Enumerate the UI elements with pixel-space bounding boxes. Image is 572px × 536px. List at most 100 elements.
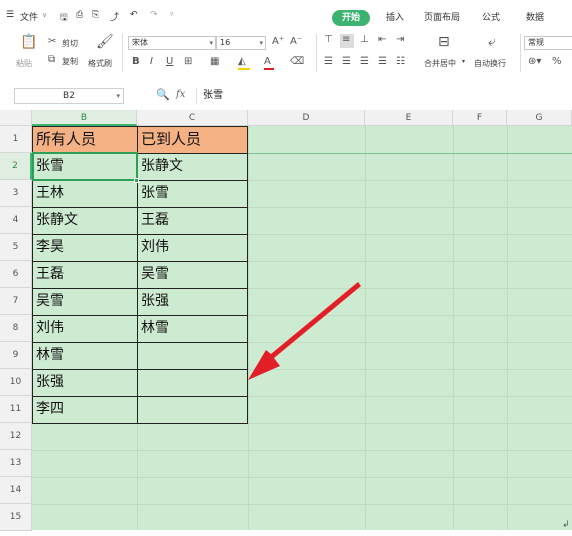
select-all-corner[interactable] <box>0 110 32 126</box>
font-color-icon[interactable]: A <box>264 56 271 68</box>
font-color-bar <box>264 68 274 70</box>
cut-button[interactable]: ✂ 剪切 <box>48 36 88 50</box>
align-top-icon[interactable]: ⊤ <box>324 34 333 46</box>
row-header-6[interactable]: 6 <box>0 261 32 288</box>
wrap-text-button[interactable]: ⤶ 自动换行 <box>474 32 518 72</box>
row-header-9[interactable]: 9 <box>0 342 32 369</box>
clipboard-icon: 📋 <box>20 34 38 50</box>
justify-icon[interactable]: ☰ <box>378 56 387 68</box>
gridline <box>365 126 366 530</box>
row-header-14[interactable]: 14 <box>0 477 32 504</box>
formula-input[interactable]: 张雪 <box>196 88 572 104</box>
row-header-5[interactable]: 5 <box>0 234 32 261</box>
column-header-e[interactable]: E <box>365 110 453 126</box>
fill-style-icon[interactable]: ▦ <box>210 56 219 68</box>
font-size-select[interactable]: 16 ▾ <box>216 36 266 50</box>
number-format-select[interactable]: 常规 <box>524 36 572 50</box>
spreadsheet-grid[interactable]: B C D E F G 1 2 3 4 5 6 7 8 9 10 11 12 1… <box>0 110 572 531</box>
chevron-down-icon: ▾ <box>116 92 120 100</box>
row-header-3[interactable]: 3 <box>0 180 32 207</box>
gridline <box>507 126 508 530</box>
row-header-2[interactable]: 2 <box>0 153 32 180</box>
copy-icon: ⧉ <box>48 54 56 65</box>
cell-reference: B2 <box>63 91 75 101</box>
paste-label: 粘贴 <box>16 59 32 68</box>
row-header-12[interactable]: 12 <box>0 423 32 450</box>
redo-icon[interactable]: ↷ <box>150 10 158 20</box>
chevron-down-icon[interactable]: ∨ <box>42 11 47 19</box>
table-border-inner <box>32 369 248 370</box>
tab-home[interactable]: 开始 <box>332 10 370 26</box>
row-header-7[interactable]: 7 <box>0 288 32 315</box>
eraser-icon[interactable]: ⌫ <box>290 56 304 68</box>
merge-center-label: 合并居中 <box>424 59 456 68</box>
align-center-icon[interactable]: ☰ <box>342 56 351 68</box>
fx-icon[interactable]: fx <box>176 89 185 100</box>
decrease-font-icon[interactable]: A⁻ <box>290 36 302 48</box>
fill-color-icon[interactable]: ◭ <box>238 56 246 68</box>
divider <box>316 34 317 72</box>
tab-insert[interactable]: 插入 <box>386 10 404 23</box>
hamburger-icon[interactable]: ☰ <box>6 10 14 20</box>
increase-font-icon[interactable]: A⁺ <box>272 36 284 48</box>
column-header-g[interactable]: G <box>507 110 572 126</box>
export-icon[interactable]: ⤴ <box>110 10 119 23</box>
column-header-c[interactable]: C <box>137 110 248 126</box>
copy-button[interactable]: ⧉ 复制 <box>48 54 88 68</box>
align-right-icon[interactable]: ☰ <box>360 56 369 68</box>
font-name-value: 宋体 <box>132 38 148 47</box>
table-border-inner <box>32 315 248 316</box>
ribbon: 📋 粘贴 ✂ 剪切 ⧉ 复制 🖌 格式刷 宋体 ▾ 16 ▾ A⁺ A⁻ B I… <box>0 30 572 76</box>
table-border-inner <box>32 261 248 262</box>
gridline <box>32 450 572 451</box>
column-header-f[interactable]: F <box>453 110 507 126</box>
paragraph-mark-icon: ↲ <box>562 520 570 530</box>
tab-page-layout[interactable]: 页面布局 <box>424 10 460 23</box>
indent-decrease-icon[interactable]: ⇤ <box>378 34 386 46</box>
row-header-4[interactable]: 4 <box>0 207 32 234</box>
merge-center-button[interactable]: ⊟ 合并居中 ▾ <box>424 32 468 72</box>
tab-formulas[interactable]: 公式 <box>482 10 500 23</box>
wrap-text-icon: ⤶ <box>488 34 496 50</box>
currency-icon[interactable]: ⊛▾ <box>528 56 541 68</box>
format-painter-button[interactable]: 🖌 格式刷 <box>88 34 118 72</box>
quick-access-dropdown-icon[interactable]: ▿ <box>170 10 174 18</box>
fill-handle[interactable] <box>134 178 139 183</box>
row-header-13[interactable]: 13 <box>0 450 32 477</box>
percent-icon[interactable]: % <box>552 56 562 68</box>
save-icon[interactable]: 🖫 <box>60 10 68 26</box>
underline-icon[interactable]: U <box>166 56 173 68</box>
distribute-icon[interactable]: ☷ <box>396 56 405 68</box>
italic-icon[interactable]: I <box>150 56 153 68</box>
divider <box>122 34 123 72</box>
cut-label: 剪切 <box>62 39 78 48</box>
row-header-1[interactable]: 1 <box>0 126 32 153</box>
column-header-b[interactable]: B <box>32 110 137 126</box>
file-menu[interactable]: 文件 <box>20 10 38 23</box>
indent-increase-icon[interactable]: ⇥ <box>396 34 404 46</box>
row-header-11[interactable]: 11 <box>0 396 32 423</box>
wrap-text-label: 自动换行 <box>474 59 506 68</box>
chevron-down-icon: ▾ <box>259 39 263 47</box>
font-name-select[interactable]: 宋体 ▾ <box>128 36 216 50</box>
print-preview-icon[interactable]: ⎘ <box>92 10 99 20</box>
align-bottom-icon[interactable]: ⊥ <box>360 34 369 46</box>
zoom-search-icon[interactable]: 🔍 <box>156 88 170 101</box>
align-left-icon[interactable]: ☰ <box>324 56 333 68</box>
name-box[interactable]: B2 ▾ <box>14 88 124 104</box>
tab-data[interactable]: 数据 <box>526 10 544 23</box>
undo-icon[interactable]: ↶ <box>130 10 138 20</box>
active-cell-cursor[interactable] <box>32 152 138 181</box>
scissors-icon: ✂ <box>48 36 57 47</box>
border-icon[interactable]: ⊞ <box>184 56 192 68</box>
row-header-8[interactable]: 8 <box>0 315 32 342</box>
table-border-inner <box>32 396 248 397</box>
formula-bar: B2 ▾ 🔍 fx 张雪 <box>0 84 572 108</box>
row-header-10[interactable]: 10 <box>0 369 32 396</box>
gridline <box>32 477 572 478</box>
print-icon[interactable]: ⎙ <box>76 10 83 20</box>
row-header-15[interactable]: 15 <box>0 504 32 531</box>
bold-icon[interactable]: B <box>132 56 140 68</box>
paste-button[interactable]: 📋 粘贴 <box>14 34 42 72</box>
column-header-d[interactable]: D <box>248 110 365 126</box>
